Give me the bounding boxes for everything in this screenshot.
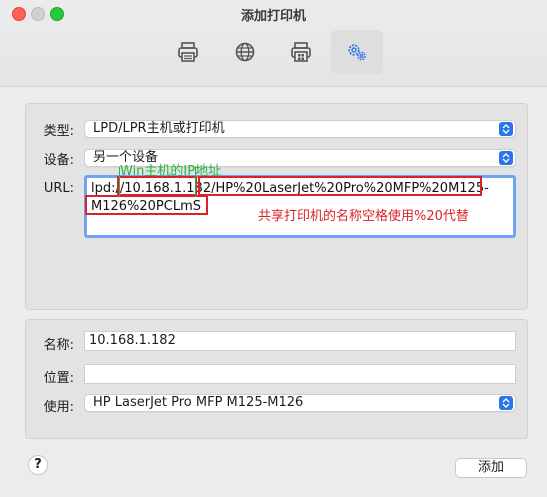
toolbar-ip-button[interactable] bbox=[219, 30, 271, 74]
chevron-updown-icon bbox=[499, 396, 513, 410]
driver-select[interactable]: HP LaserJet Pro MFP M125-M126 bbox=[84, 394, 516, 412]
use-label: 使用: bbox=[43, 400, 74, 415]
type-select-value: LPD/LPR主机或打印机 bbox=[93, 121, 225, 136]
location-label: 位置: bbox=[43, 371, 74, 386]
driver-select-value: HP LaserJet Pro MFP M125-M126 bbox=[93, 395, 304, 410]
window-title: 添加打印机 bbox=[240, 9, 306, 24]
printer-window-icon bbox=[291, 42, 311, 62]
url-label: URL: bbox=[43, 181, 74, 196]
name-field[interactable]: 10.168.1.182 bbox=[84, 331, 516, 351]
type-label: 类型: bbox=[43, 124, 74, 139]
toolbar-windows-button[interactable] bbox=[275, 30, 327, 74]
chevron-updown-icon bbox=[499, 122, 513, 136]
add-printer-window: 添加打印机 类型: LPD/LPR主机或打印机 设备: 另一个设备 URL: l… bbox=[0, 0, 547, 497]
gears-icon bbox=[348, 44, 366, 61]
type-select[interactable]: LPD/LPR主机或打印机 bbox=[84, 120, 516, 138]
printer-name-highlight-box bbox=[198, 176, 482, 196]
toolbar-advanced-button[interactable] bbox=[331, 30, 383, 74]
toolbar-default-button[interactable] bbox=[162, 30, 214, 74]
printer-name-highlight-box-2 bbox=[85, 195, 208, 215]
ip-highlight-box bbox=[117, 176, 197, 196]
ip-annotation: Win主机的IP地址 bbox=[120, 164, 222, 179]
share-name-annotation: 共享打印机的名称空格使用%20代替 bbox=[258, 209, 469, 224]
add-button[interactable]: 添加 bbox=[455, 458, 527, 478]
globe-icon bbox=[235, 42, 255, 62]
help-button[interactable]: ? bbox=[28, 455, 48, 475]
title-bar: 添加打印机 bbox=[0, 0, 547, 87]
chevron-updown-icon bbox=[499, 151, 513, 165]
device-label: 设备: bbox=[43, 153, 74, 168]
printer-icon bbox=[178, 42, 198, 62]
location-field[interactable] bbox=[84, 364, 516, 384]
name-label: 名称: bbox=[43, 338, 74, 353]
